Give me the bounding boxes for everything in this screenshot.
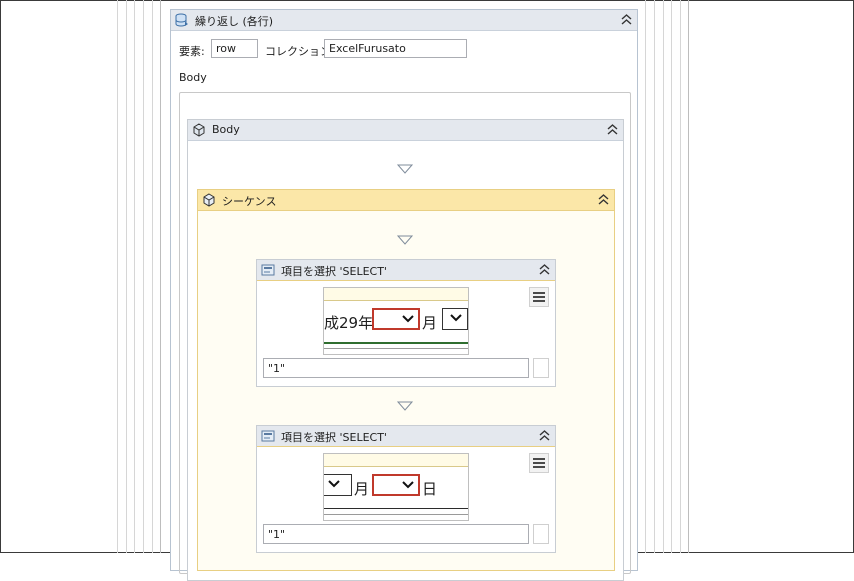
select-item-activity[interactable]: 項目を選択 'SELECT' 成29年 月 "1" bbox=[256, 259, 556, 387]
body-activity[interactable]: Body シーケンス 項目を選択 'SELECT' 成29年 月 "1" 項目を… bbox=[187, 119, 624, 581]
container-border bbox=[160, 0, 161, 553]
select-item-activity[interactable]: 項目を選択 'SELECT' 月 日 "1" bbox=[256, 425, 556, 553]
foreach-header[interactable]: 繰り返し (各行) bbox=[171, 10, 637, 31]
sequence-icon bbox=[203, 193, 215, 207]
highlighted-dropdown bbox=[372, 474, 420, 496]
screenshot-text: 日 bbox=[422, 480, 438, 498]
collection-input[interactable]: ExcelFurusato bbox=[324, 39, 467, 58]
container-border bbox=[688, 0, 689, 553]
foreach-title: 繰り返し (各行) bbox=[195, 15, 274, 28]
screenshot-line bbox=[324, 508, 468, 509]
container-border bbox=[152, 0, 153, 553]
body-header[interactable]: Body bbox=[188, 120, 623, 141]
screenshot-text: 月 bbox=[422, 314, 438, 332]
element-screenshot: 成29年 月 bbox=[323, 287, 469, 355]
body-label: Body bbox=[179, 71, 207, 84]
hamburger-menu-icon[interactable] bbox=[529, 287, 549, 307]
activity-cube-icon bbox=[193, 123, 205, 137]
select-item-header[interactable]: 項目を選択 'SELECT' bbox=[257, 260, 555, 281]
drop-arrow-icon[interactable] bbox=[397, 164, 413, 174]
sequence-activity[interactable]: シーケンス 項目を選択 'SELECT' 成29年 月 "1" 項目を選択 'S… bbox=[197, 189, 615, 571]
select-item-icon bbox=[261, 430, 275, 442]
drop-arrow-icon[interactable] bbox=[397, 235, 413, 245]
screenshot-band bbox=[324, 288, 468, 301]
container-border bbox=[663, 0, 664, 553]
container-border bbox=[134, 0, 135, 553]
container-border bbox=[143, 0, 144, 553]
container-border bbox=[645, 0, 646, 553]
chevron-double-up-icon[interactable] bbox=[606, 123, 619, 136]
value-input[interactable]: "1" bbox=[263, 524, 529, 544]
container-border bbox=[117, 0, 118, 553]
sequence-header[interactable]: シーケンス bbox=[198, 190, 614, 211]
item-input[interactable]: row bbox=[211, 39, 258, 58]
sequence-title: シーケンス bbox=[222, 195, 277, 208]
container-border bbox=[680, 0, 681, 553]
container-border bbox=[671, 0, 672, 553]
select-item-title: 項目を選択 'SELECT' bbox=[281, 265, 387, 278]
value-expand-button[interactable] bbox=[533, 358, 549, 378]
chevron-double-up-icon[interactable] bbox=[538, 263, 551, 276]
item-label: 要素: bbox=[179, 45, 205, 58]
select-item-title: 項目を選択 'SELECT' bbox=[281, 431, 387, 444]
hamburger-menu-icon[interactable] bbox=[529, 453, 549, 473]
screenshot-text: 成29年 bbox=[324, 314, 374, 332]
chevron-double-up-icon[interactable] bbox=[538, 429, 551, 442]
highlighted-dropdown bbox=[372, 308, 420, 330]
chevron-double-up-icon[interactable] bbox=[597, 193, 610, 206]
screenshot-line bbox=[324, 342, 468, 344]
body-container: Body シーケンス 項目を選択 'SELECT' 成29年 月 "1" 項目を… bbox=[179, 92, 631, 581]
element-screenshot: 月 日 bbox=[323, 453, 469, 521]
screenshot-line bbox=[324, 348, 468, 349]
screenshot-text: 月 bbox=[354, 480, 370, 498]
select-item-header[interactable]: 項目を選択 'SELECT' bbox=[257, 426, 555, 447]
database-loop-icon bbox=[175, 13, 188, 27]
value-expand-button[interactable] bbox=[533, 524, 549, 544]
foreach-row-activity[interactable]: 繰り返し (各行) 要素: row コレクション: ExcelFurusato … bbox=[170, 9, 638, 581]
container-border bbox=[126, 0, 127, 553]
container-border bbox=[654, 0, 655, 553]
screenshot-band bbox=[324, 454, 468, 467]
select-item-icon bbox=[261, 264, 275, 276]
screenshot-line bbox=[324, 514, 468, 515]
value-input[interactable]: "1" bbox=[263, 358, 529, 378]
chevron-double-up-icon[interactable] bbox=[620, 13, 633, 26]
drop-arrow-icon[interactable] bbox=[397, 401, 413, 411]
screenshot-dropdown bbox=[324, 474, 352, 496]
screenshot-dropdown bbox=[442, 308, 468, 330]
body-title: Body bbox=[212, 123, 240, 136]
